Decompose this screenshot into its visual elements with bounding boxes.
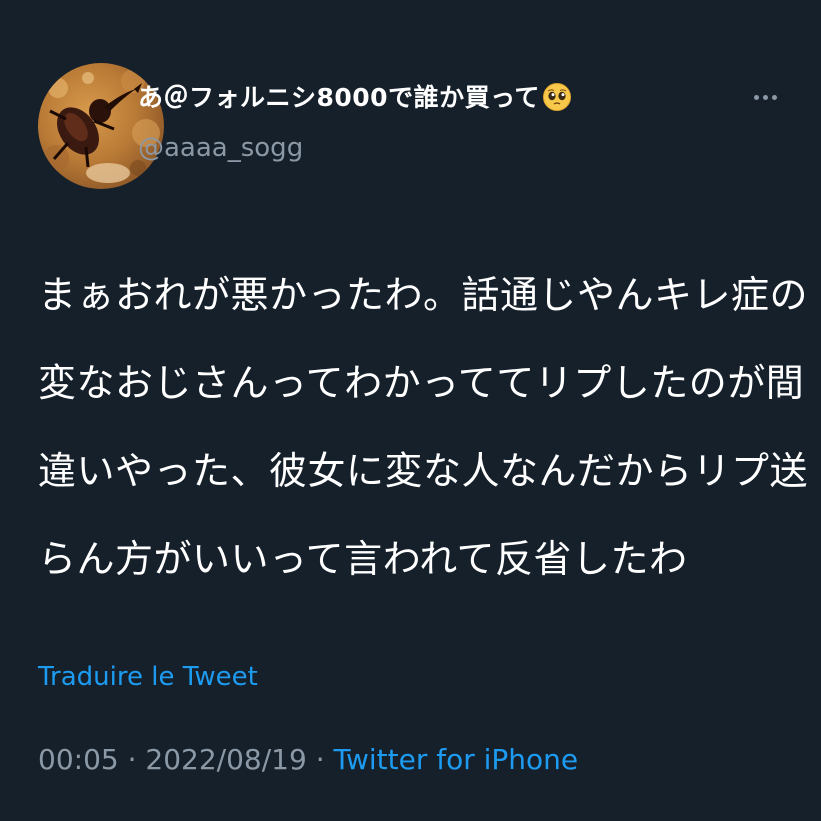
meta-separator: · xyxy=(306,743,334,776)
tweet-meta: 00:05 · 2022/08/19 · Twitter for iPhone xyxy=(38,742,578,778)
more-dot xyxy=(754,95,759,100)
more-options-icon[interactable] xyxy=(748,82,784,112)
user-handle[interactable]: @aaaa_sogg xyxy=(138,130,303,166)
translate-tweet-link[interactable]: Traduire le Tweet xyxy=(38,659,258,695)
display-name-text: あ＠フォルニシ8000で誰か買って xyxy=(138,83,540,112)
tweet-date[interactable]: 2022/08/19 xyxy=(145,743,306,776)
tweet-text-line: まぁおれが悪かったわ。話通じやんキレ症の xyxy=(38,273,809,317)
tweet-detail: あ＠フォルニシ8000で誰か買って @aaaa_sogg まぁおれが悪かったわ。… xyxy=(0,0,821,821)
pleading-face-emoji-icon xyxy=(542,83,571,111)
tweet-text-line: 変なおじさんってわかっててリプしたのが間 xyxy=(38,361,805,405)
display-name[interactable]: あ＠フォルニシ8000で誰か買って xyxy=(138,80,572,116)
tweet-text-line: らん方がいいって言われて反省したわ xyxy=(38,537,688,581)
meta-separator: · xyxy=(118,743,146,776)
more-dot xyxy=(763,95,768,100)
tweet-text: まぁおれが悪かったわ。話通じやんキレ症の 変なおじさんってわかっててリプしたのが… xyxy=(38,251,809,603)
more-dot xyxy=(772,95,777,100)
tweet-source-link[interactable]: Twitter for iPhone xyxy=(334,743,579,776)
tweet-text-line: 違いやった、彼女に変な人なんだからリプ送 xyxy=(38,449,809,493)
tweet-time[interactable]: 00:05 xyxy=(38,743,119,776)
